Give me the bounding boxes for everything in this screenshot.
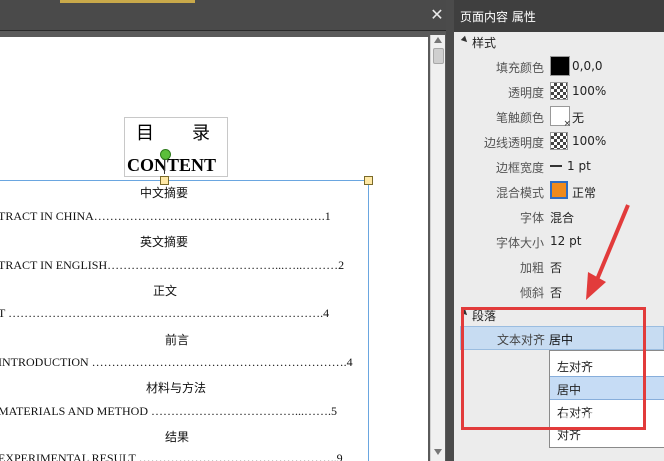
none-x-icon: × bbox=[563, 119, 571, 129]
vertical-scrollbar[interactable] bbox=[430, 35, 445, 461]
prop-fill-color[interactable]: 填充颜色 0,0,0 bbox=[454, 54, 664, 79]
prop-font[interactable]: 字体 混合 bbox=[454, 204, 664, 229]
toc-heading: 结果 bbox=[165, 430, 190, 444]
prop-stroke-opacity[interactable]: 边线透明度 100% bbox=[454, 129, 664, 154]
prop-italic[interactable]: 倾斜 否 bbox=[454, 279, 664, 304]
close-icon[interactable]: ✕ bbox=[430, 7, 444, 23]
panel-splitter[interactable] bbox=[446, 0, 454, 461]
toc-entry: INTRODUCTION ……………………………………………………….4 bbox=[0, 355, 353, 369]
stroke-color-swatch[interactable]: × bbox=[550, 106, 571, 129]
panel-title: 页面内容 属性 bbox=[454, 0, 664, 32]
toc-entry: MATERIALS AND METHOD ………………………………...…….5 bbox=[0, 404, 337, 418]
opacity-checker-icon bbox=[550, 82, 568, 100]
prop-border-width[interactable]: 边框宽度 1 pt bbox=[454, 154, 664, 179]
watermark-logo: Bai 经验 bbox=[560, 408, 641, 429]
toc-heading: 中文摘要 bbox=[140, 186, 189, 200]
opacity-checker-icon bbox=[550, 132, 568, 150]
rotation-handle-line bbox=[164, 158, 165, 174]
resize-handle-top-right[interactable] bbox=[364, 176, 373, 185]
title-chinese: 目录 bbox=[136, 123, 248, 144]
prop-font-size[interactable]: 字体大小 12 pt bbox=[454, 229, 664, 254]
fill-color-swatch[interactable] bbox=[550, 56, 570, 76]
line-width-icon bbox=[550, 165, 562, 167]
collapse-triangle-icon[interactable] bbox=[460, 35, 470, 45]
toc-heading: 正文 bbox=[153, 284, 178, 298]
rotation-handle[interactable] bbox=[160, 149, 171, 160]
document-canvas: 目录 CONTENT 中文摘要 TRACT IN CHINA…………………………… bbox=[0, 31, 446, 461]
document-page[interactable]: 目录 CONTENT 中文摘要 TRACT IN CHINA…………………………… bbox=[0, 37, 428, 461]
style-section-header[interactable]: 样式 bbox=[454, 33, 664, 51]
active-tab-indicator[interactable] bbox=[60, 0, 195, 3]
prop-bold[interactable]: 加粗 否 bbox=[454, 254, 664, 279]
document-tab-bar: ✕ bbox=[0, 0, 452, 31]
toc-entry: T …………………………………………………………………….4 bbox=[0, 306, 330, 320]
toc-entry: TRACT IN CHINA………………………………………………….1 bbox=[0, 209, 331, 223]
toc-heading: 材料与方法 bbox=[146, 381, 207, 395]
toc-heading: 前言 bbox=[165, 333, 190, 347]
prop-stroke-color[interactable]: 笔触颜色 × 无 bbox=[454, 104, 664, 129]
prop-blend-mode[interactable]: 混合模式 正常 bbox=[454, 179, 664, 204]
scroll-thumb[interactable] bbox=[433, 48, 444, 64]
scroll-down-icon[interactable] bbox=[434, 449, 442, 455]
blend-mode-icon bbox=[550, 181, 568, 199]
toc-heading: 英文摘要 bbox=[140, 235, 189, 249]
prop-opacity[interactable]: 透明度 100% bbox=[454, 79, 664, 104]
title-english: CONTENT bbox=[127, 155, 217, 175]
toc-entry: TRACT IN ENGLISH……………………………………...…..………2 bbox=[0, 258, 345, 272]
toc-entry: EXPERIMENTAL RESULT …………………………………………..9 bbox=[0, 451, 343, 461]
scroll-up-icon[interactable] bbox=[434, 37, 442, 43]
